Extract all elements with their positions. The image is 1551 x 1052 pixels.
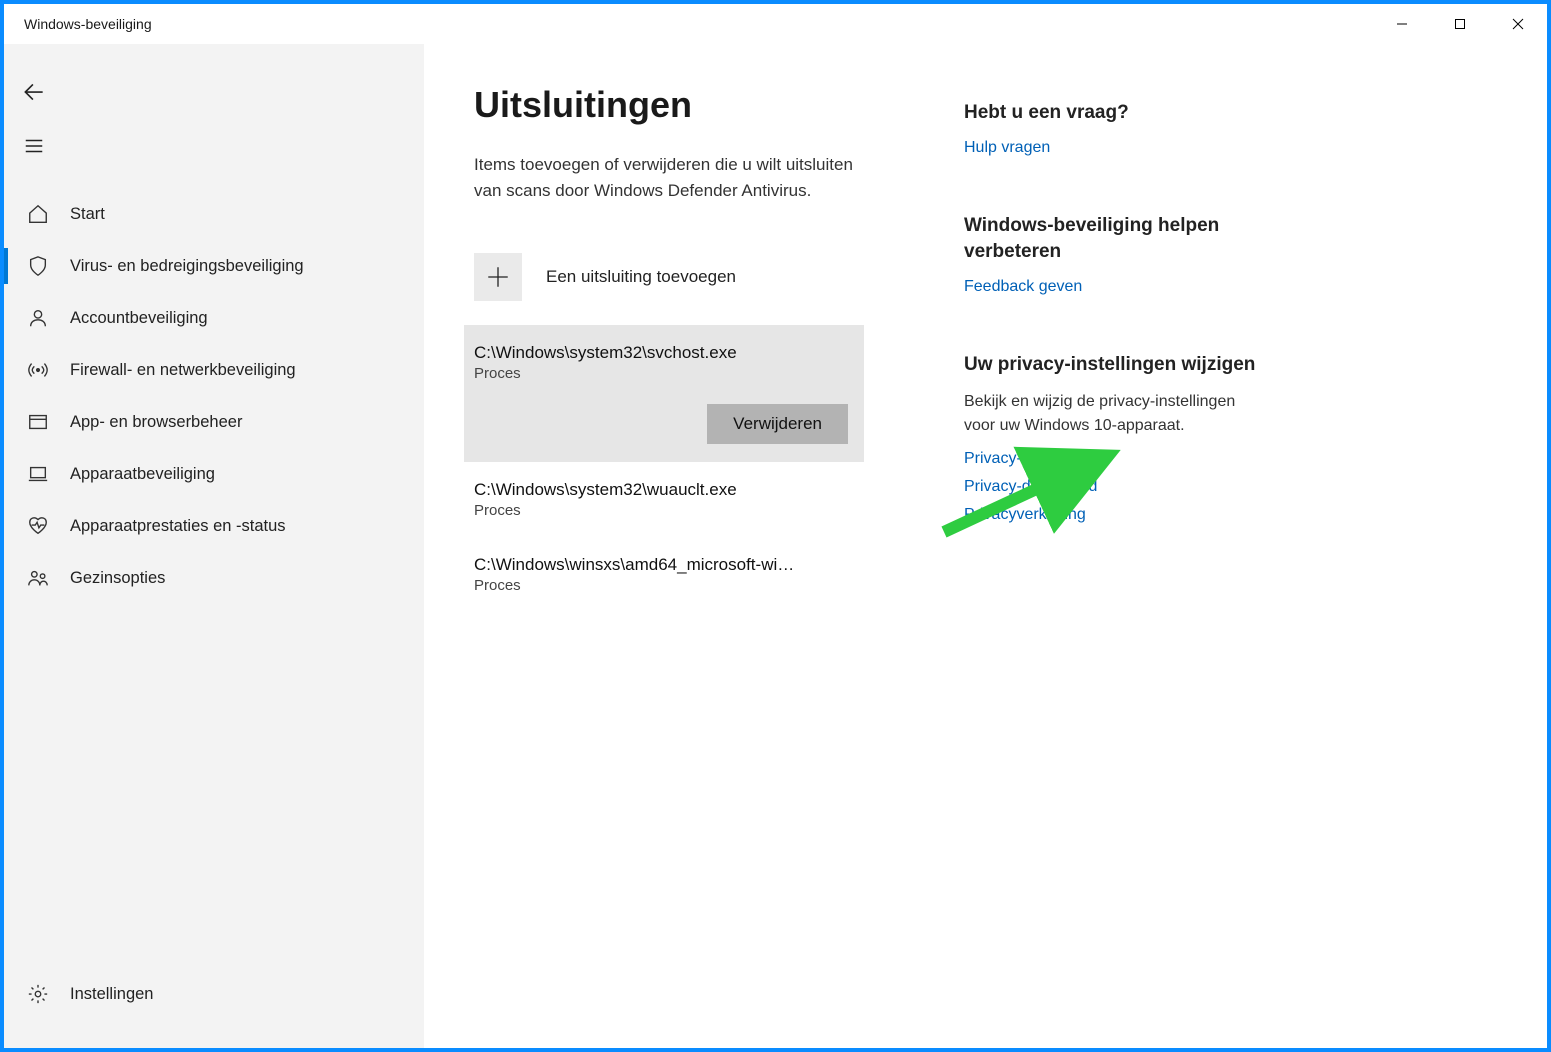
sidebar-item-label: Virus- en bedreigingsbeveiliging: [70, 257, 304, 276]
help-link[interactable]: Hulp vragen: [964, 139, 1264, 157]
sidebar-item-family[interactable]: Gezinsopties: [4, 552, 424, 604]
privacy-settings-link[interactable]: Privacy-instellingen: [964, 450, 1264, 468]
minimize-button[interactable]: [1373, 4, 1431, 44]
window-icon: [24, 408, 52, 436]
sidebar-item-label: Instellingen: [70, 985, 153, 1004]
aside-help-title: Hebt u een vraag?: [964, 100, 1264, 127]
exclusion-path: C:\Windows\system32\svchost.exe: [474, 343, 834, 363]
feedback-link[interactable]: Feedback geven: [964, 278, 1264, 296]
back-button[interactable]: [10, 68, 58, 116]
shield-icon: [24, 252, 52, 280]
exclusion-path: C:\Windows\winsxs\amd64_microsoft-wi…: [474, 555, 834, 575]
remove-button[interactable]: Verwijderen: [707, 404, 848, 444]
hamburger-button[interactable]: [10, 122, 58, 170]
page-description: Items toevoegen of verwijderen die u wil…: [474, 152, 854, 205]
main-panel: Uitsluitingen Items toevoegen of verwijd…: [424, 44, 1547, 1048]
sidebar-item-home[interactable]: Start: [4, 188, 424, 240]
sidebar-item-firewall[interactable]: Firewall- en netwerkbeveiliging: [4, 344, 424, 396]
sidebar-item-label: Accountbeveiliging: [70, 309, 208, 328]
exclusion-path: C:\Windows\system32\wuauclt.exe: [474, 480, 834, 500]
page-title: Uitsluitingen: [474, 84, 904, 126]
sidebar-item-performance[interactable]: Apparaatprestaties en -status: [4, 500, 424, 552]
content-column: Uitsluitingen Items toevoegen of verwijd…: [474, 84, 904, 1048]
sidebar-item-account[interactable]: Accountbeveiliging: [4, 292, 424, 344]
aside-privacy-text: Bekijk en wijzig de privacy-instellingen…: [964, 390, 1264, 438]
sidebar-item-label: Start: [70, 205, 105, 224]
exclusion-item[interactable]: C:\Windows\system32\wuauclt.exe Proces: [464, 462, 904, 537]
exclusion-item[interactable]: C:\Windows\system32\svchost.exe Proces V…: [464, 325, 864, 462]
sidebar-item-virus[interactable]: Virus- en bedreigingsbeveiliging: [4, 240, 424, 292]
antenna-icon: [24, 356, 52, 384]
titlebar: Windows-beveiliging: [4, 4, 1547, 44]
aside-help: Hebt u een vraag? Hulp vragen: [964, 100, 1264, 157]
exclusion-item[interactable]: C:\Windows\winsxs\amd64_microsoft-wi… Pr…: [464, 537, 904, 612]
laptop-icon: [24, 460, 52, 488]
heart-icon: [24, 512, 52, 540]
app-window: Windows-beveiliging: [4, 4, 1547, 1048]
sidebar-item-label: Apparaatprestaties en -status: [70, 517, 286, 536]
window-title: Windows-beveiliging: [24, 16, 152, 32]
people-icon: [24, 564, 52, 592]
exclusion-type: Proces: [474, 502, 886, 519]
sidebar-item-label: Apparaatbeveiliging: [70, 465, 215, 484]
sidebar: Start Virus- en bedreigingsbeveiliging A…: [4, 44, 424, 1048]
sidebar-item-label: Gezinsopties: [70, 569, 165, 588]
aside-privacy-title: Uw privacy-instellingen wijzigen: [964, 352, 1264, 379]
gear-icon: [24, 980, 52, 1008]
aside-improve: Windows-beveiliging helpen verbeteren Fe…: [964, 213, 1264, 296]
privacy-dashboard-link[interactable]: Privacy-dashboard: [964, 478, 1264, 496]
person-icon: [24, 304, 52, 332]
sidebar-item-label: App- en browserbeheer: [70, 413, 242, 432]
sidebar-item-appbrowser[interactable]: App- en browserbeheer: [4, 396, 424, 448]
plus-icon: [474, 253, 522, 301]
titlebar-buttons: [1373, 4, 1547, 44]
close-button[interactable]: [1489, 4, 1547, 44]
privacy-statement-link[interactable]: Privacyverklaring: [964, 506, 1264, 524]
add-exclusion-button[interactable]: Een uitsluiting toevoegen: [474, 253, 904, 301]
add-exclusion-label: Een uitsluiting toevoegen: [546, 267, 736, 287]
home-icon: [24, 200, 52, 228]
exclusion-type: Proces: [474, 577, 886, 594]
maximize-button[interactable]: [1431, 4, 1489, 44]
sidebar-item-device[interactable]: Apparaatbeveiliging: [4, 448, 424, 500]
aside-improve-title: Windows-beveiliging helpen verbeteren: [964, 213, 1264, 266]
aside-column: Hebt u een vraag? Hulp vragen Windows-be…: [964, 84, 1264, 1048]
sidebar-item-settings[interactable]: Instellingen: [4, 968, 424, 1020]
aside-privacy: Uw privacy-instellingen wijzigen Bekijk …: [964, 352, 1264, 525]
sidebar-items: Start Virus- en bedreigingsbeveiliging A…: [4, 188, 424, 604]
sidebar-item-label: Firewall- en netwerkbeveiliging: [70, 361, 296, 380]
exclusion-type: Proces: [474, 365, 848, 382]
window-body: Start Virus- en bedreigingsbeveiliging A…: [4, 44, 1547, 1048]
